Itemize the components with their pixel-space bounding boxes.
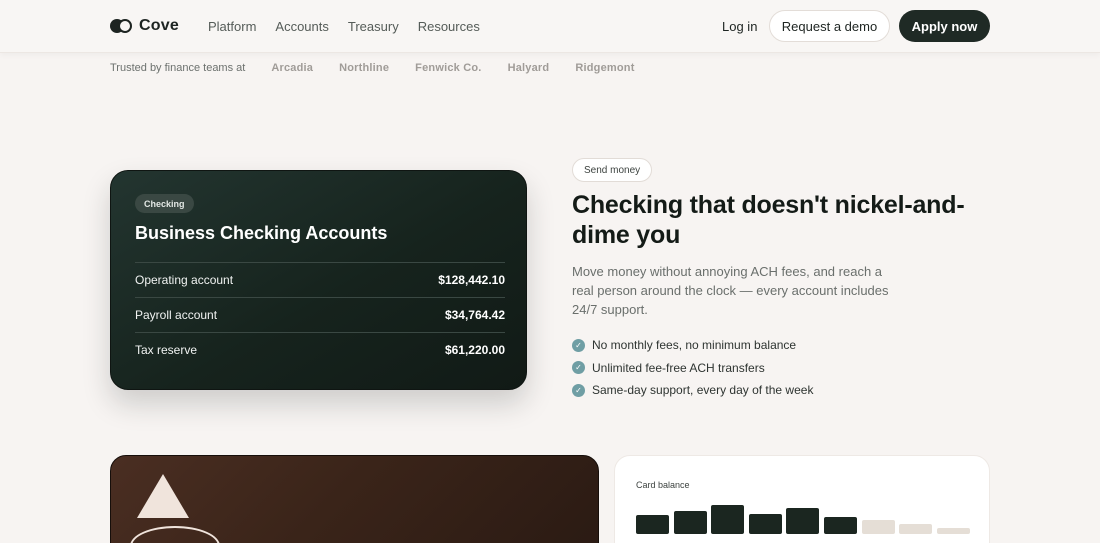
trusted-logo-ridgemont: Ridgemont [575,62,635,74]
nav-item-resources[interactable]: Resources [418,19,480,34]
feature-bullet: ✓ No monthly fees, no minimum balance [572,334,813,357]
brand-illustration-card [110,455,599,543]
balance-bar [899,524,933,534]
nav-item-treasury[interactable]: Treasury [348,19,399,34]
balance-title: Card balance [636,480,690,490]
trusted-logo-arcadia: Arcadia [271,62,314,74]
feature-headline: Checking that doesn't nickel-and-dime yo… [572,191,965,249]
balance-bar [748,514,782,534]
bullet-text: Same-day support, every day of the week [592,383,814,398]
brand-logo[interactable]: Cove [110,17,179,35]
account-amount: $61,220.00 [444,343,505,357]
check-icon: ✓ [572,361,585,375]
balance-bar [936,528,970,534]
balance-bar [786,508,820,534]
account-row: Tax reserve $61,220.00 [135,332,505,367]
ring-icon [130,526,220,543]
checking-badge: Checking [135,194,194,213]
bullet-text: Unlimited fee-free ACH transfers [592,360,765,375]
account-list: Operating account $128,442.10 Payroll ac… [135,262,505,367]
feature-bullet: ✓ Unlimited fee-free ACH transfers [572,357,813,380]
feature-bullets: ✓ No monthly fees, no minimum balance ✓ … [572,334,813,402]
balance-bar [711,505,745,534]
balance-bar [636,515,669,534]
check-icon: ✓ [572,383,585,397]
bullet-text: No monthly fees, no minimum balance [592,338,797,353]
account-amount: $128,442.10 [438,273,505,287]
nav-item-accounts[interactable]: Accounts [275,19,328,34]
triangle-icon [137,474,189,518]
trusted-logo-fenwick: Fenwick Co. [415,62,482,74]
account-name: Payroll account [135,308,218,322]
card-balance-widget: Card balance [614,455,990,543]
main-nav: Platform Accounts Treasury Resources [208,19,480,34]
site-header: Cove Platform Accounts Treasury Resource… [0,0,1100,53]
feature-body: Move money without annoying ACH fees, an… [572,264,889,317]
balance-bar [673,511,707,534]
nav-item-platform[interactable]: Platform [208,19,256,34]
balance-bar [824,517,857,534]
account-row: Operating account $128,442.10 [135,262,505,297]
logo-mark-icon [110,19,132,33]
trusted-logos: Arcadia Northline Fenwick Co. Halyard Ri… [271,62,634,74]
feature-bullet: ✓ Same-day support, every day of the wee… [572,379,813,402]
trusted-by-strip: Trusted by finance teams at Arcadia Nort… [110,62,635,74]
trusted-logo-halyard: Halyard [507,62,550,74]
login-link[interactable]: Log in [722,19,757,34]
balance-bar-chart [636,504,976,534]
balance-bar [861,520,895,534]
apply-now-button[interactable]: Apply now [899,10,990,42]
account-row: Payroll account $34,764.42 [135,297,505,332]
check-icon: ✓ [572,338,585,352]
account-name: Operating account [135,273,234,287]
trusted-logo-northline: Northline [339,62,390,74]
checking-accounts-card: Checking Business Checking Accounts Oper… [110,170,527,390]
send-money-pill: Send money [572,158,653,182]
brand-name: Cove [139,17,179,34]
request-demo-button[interactable]: Request a demo [769,10,890,42]
trusted-label: Trusted by finance teams at [110,62,246,74]
card-title: Business Checking Accounts [135,223,388,243]
account-amount: $34,764.42 [444,308,505,322]
account-name: Tax reserve [135,343,198,357]
